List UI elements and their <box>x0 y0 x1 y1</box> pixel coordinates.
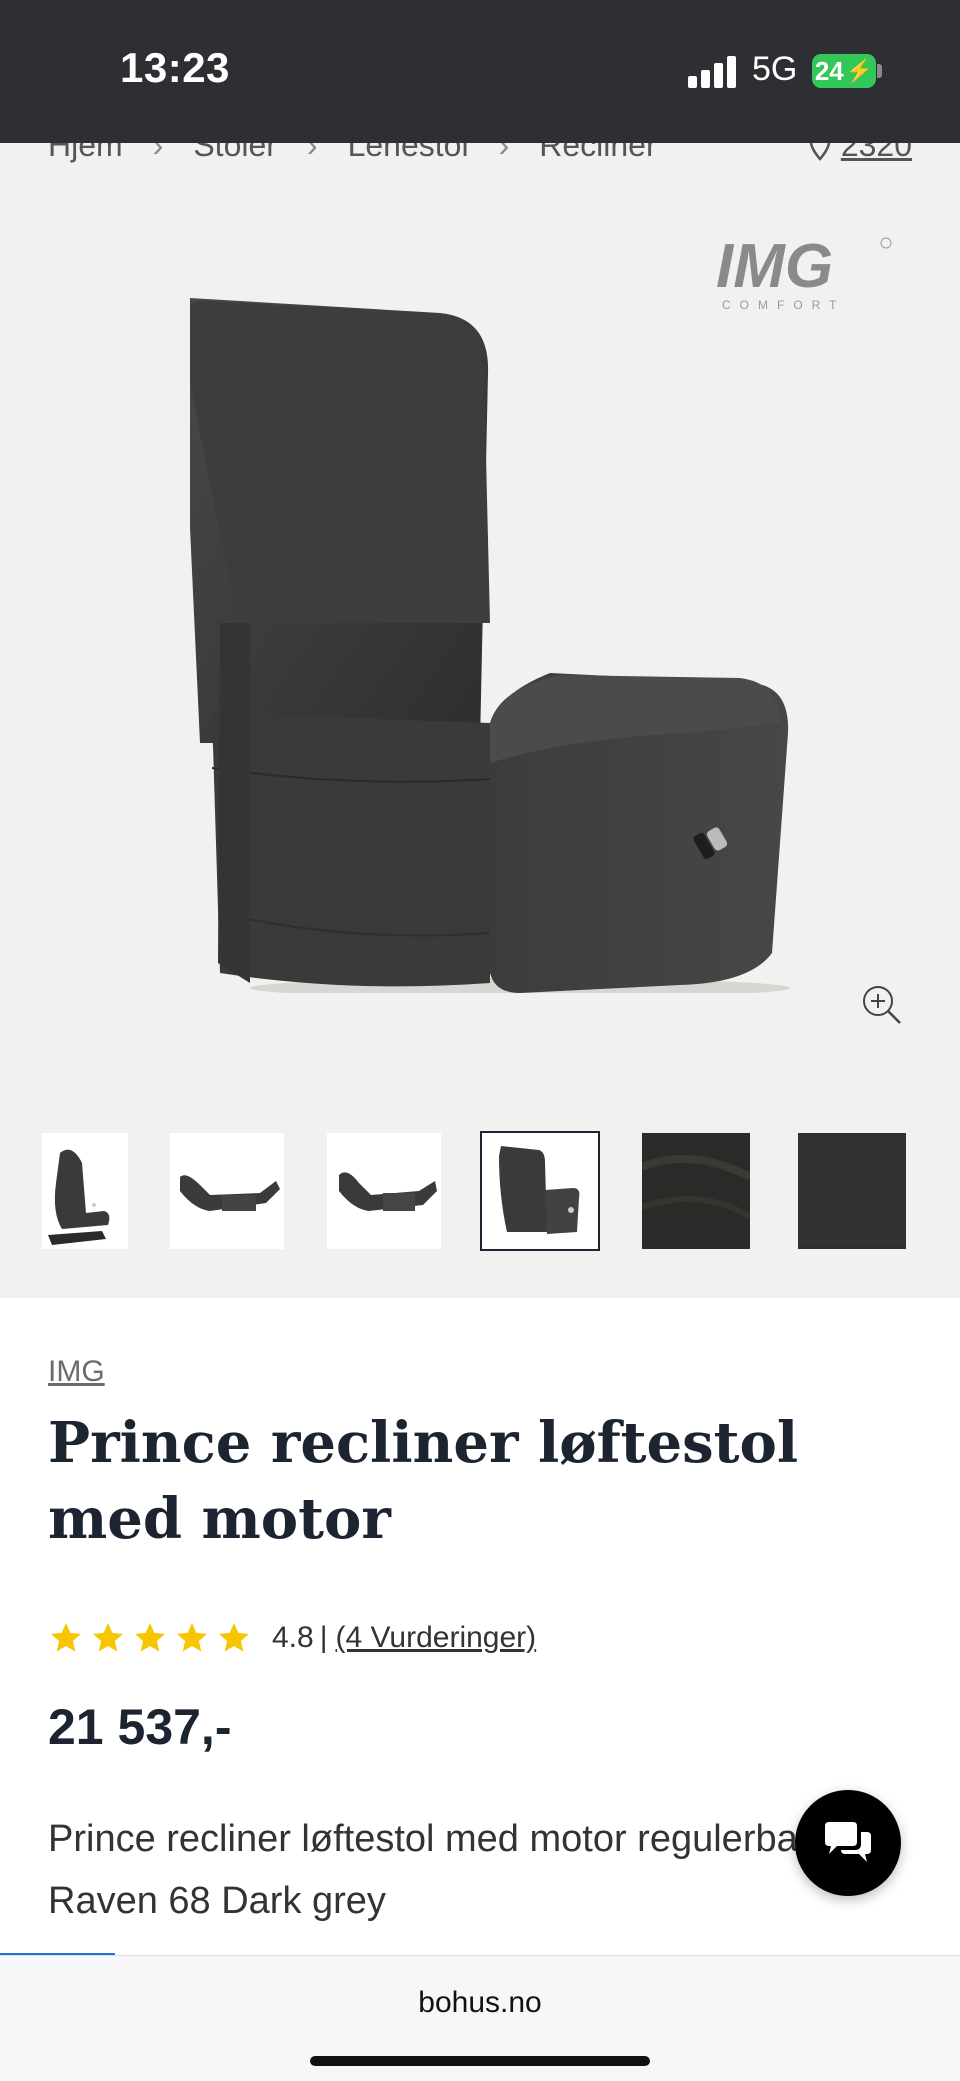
network-label: 5G <box>752 50 798 88</box>
zoom-in-icon[interactable] <box>860 983 904 1027</box>
rating-separator: | <box>319 1621 328 1654</box>
product-gallery: Hjem › Stoler › Lenestol › Recliner 2320… <box>0 143 960 1298</box>
location-postcode: 2320 <box>840 143 912 163</box>
product-title: Prince recliner løftestol med motor <box>48 1410 799 1552</box>
thumbnail-recline-2[interactable] <box>327 1133 441 1249</box>
brand-logo-text: IMG <box>716 235 833 301</box>
thumbnail-fabric-2[interactable] <box>798 1133 906 1249</box>
thumbnail-strip <box>0 1131 960 1251</box>
breadcrumb: Hjem › Stoler › Lenestol › Recliner <box>48 143 657 164</box>
status-bar: 13:23 5G 24 ⚡ <box>0 0 960 143</box>
breadcrumb-separator-icon: › <box>152 143 164 163</box>
product-main-image[interactable] <box>190 293 810 993</box>
battery-icon: 24 ⚡ <box>812 54 876 88</box>
status-time: 13:23 <box>120 44 230 91</box>
breadcrumb-separator-icon: › <box>306 143 318 163</box>
chat-bubbles-icon <box>825 1822 871 1862</box>
rating-value: 4.8 <box>272 1621 314 1654</box>
thumbnail-back-view[interactable] <box>480 1131 600 1251</box>
thumbnail-fabric-1[interactable] <box>642 1133 750 1249</box>
battery-level: 24 <box>814 55 844 86</box>
breadcrumb-item-chairs[interactable]: Stoler <box>193 143 277 164</box>
breadcrumb-item-armchair[interactable]: Lenestol <box>348 143 469 164</box>
star-icon <box>177 1623 207 1652</box>
star-icon <box>219 1623 249 1652</box>
charging-bolt-icon: ⚡ <box>845 58 874 83</box>
thumbnail-lift-side[interactable] <box>42 1133 128 1249</box>
breadcrumb-item-recliner[interactable]: Recliner <box>539 143 656 164</box>
star-icon <box>93 1623 123 1652</box>
star-icon <box>51 1623 81 1652</box>
signal-icon <box>688 56 738 88</box>
url-text: bohus.no <box>418 1986 542 2019</box>
browser-url-bar[interactable]: bohus.no <box>0 1955 960 2081</box>
thumbnail-recline-1[interactable] <box>170 1133 284 1249</box>
star-icon <box>135 1623 165 1652</box>
product-description: Prince recliner løftestol med motor regu… <box>48 1818 895 1922</box>
home-indicator[interactable] <box>310 2056 650 2066</box>
breadcrumb-separator-icon: › <box>498 143 510 163</box>
product-price: 21 537,- <box>48 1699 232 1755</box>
battery-cap <box>877 64 882 78</box>
product-rating: 4.8 | (4 Vurderinger) <box>48 1620 536 1656</box>
breadcrumb-item-home[interactable]: Hjem <box>48 143 123 164</box>
store-location[interactable]: 2320 <box>809 143 912 164</box>
brand-link[interactable]: IMG <box>48 1355 105 1389</box>
chat-button[interactable] <box>795 1790 901 1896</box>
reviews-link[interactable]: (4 Vurderinger) <box>336 1621 537 1655</box>
location-pin-icon <box>809 143 830 161</box>
